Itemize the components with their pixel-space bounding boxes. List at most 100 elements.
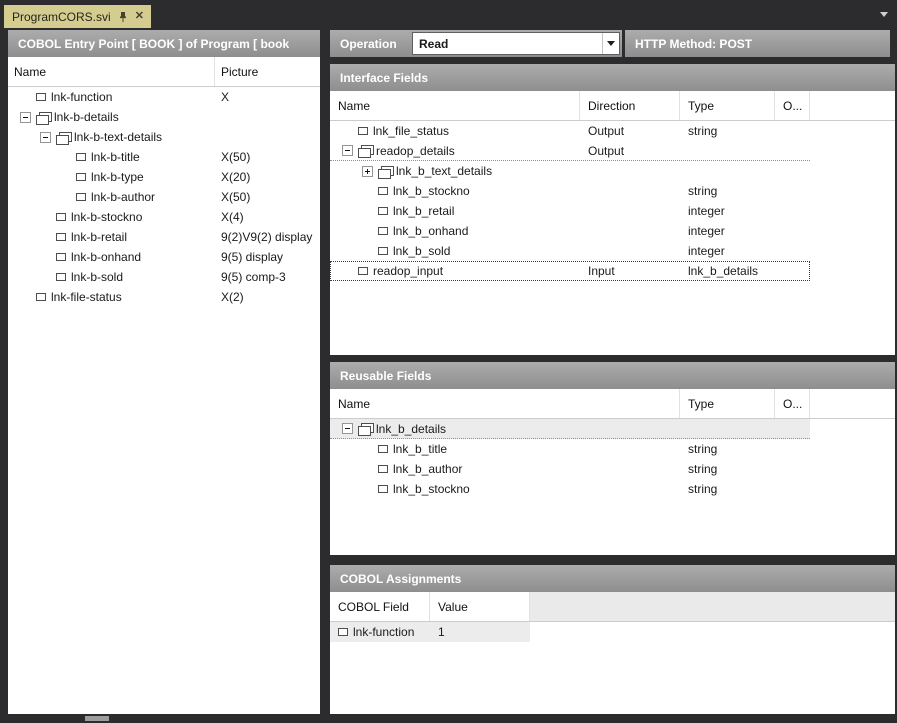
column-header-cobol-field[interactable]: COBOL Field xyxy=(330,592,430,621)
field-icon xyxy=(76,193,86,201)
dropdown-button[interactable] xyxy=(602,33,619,54)
picture-value: X(50) xyxy=(215,147,320,167)
tree-row[interactable]: lnk_b_stockno string xyxy=(330,479,895,499)
cobol-assignments-header: COBOL Assignments xyxy=(330,565,895,592)
field-icon xyxy=(378,207,388,215)
chevron-down-icon xyxy=(607,41,615,46)
cobol-assignments-panel: COBOL Assignments COBOL Field Value lnk-… xyxy=(330,565,895,714)
field-icon xyxy=(56,233,66,241)
interface-fields-header: Interface Fields xyxy=(330,64,895,91)
row-label: lnk-b-author xyxy=(91,190,155,204)
tree-row[interactable]: lnk-b-retail 9(2)V9(2) display xyxy=(8,227,320,247)
tree-expander-minus-icon[interactable] xyxy=(342,423,353,434)
column-header-name[interactable]: Name xyxy=(330,389,680,418)
tree-expander-minus-icon[interactable] xyxy=(20,112,31,123)
tree-row[interactable]: lnk-b-stockno X(4) xyxy=(8,207,320,227)
tree-row[interactable]: lnk_b_title string xyxy=(330,439,895,459)
field-icon xyxy=(56,213,66,221)
group-icon xyxy=(36,112,50,123)
row-label: lnk-b-title xyxy=(91,150,140,164)
picture-value: X(50) xyxy=(215,187,320,207)
operation-label: Operation xyxy=(340,37,397,51)
row-label: lnk-function xyxy=(51,90,112,104)
picture-value: 9(5) comp-3 xyxy=(215,267,320,287)
tree-row-highlighted[interactable]: lnk_b_details xyxy=(330,419,895,439)
entry-point-header: COBOL Entry Point [ BOOK ] of Program [ … xyxy=(8,30,320,57)
row-label: lnk_b_details xyxy=(376,422,446,436)
row-label: lnk-b-sold xyxy=(71,270,123,284)
tree-row[interactable]: lnk-file-status X(2) xyxy=(8,287,320,307)
row-label: lnk-file-status xyxy=(51,290,122,304)
tree-row[interactable]: lnk_b_author string xyxy=(330,459,895,479)
column-header-value[interactable]: Value xyxy=(430,592,530,621)
field-icon xyxy=(358,127,368,135)
tree-row[interactable]: readop_details Output xyxy=(330,141,895,161)
pin-icon[interactable] xyxy=(118,11,128,23)
group-icon xyxy=(378,166,392,177)
tree-expander-minus-icon[interactable] xyxy=(40,132,51,143)
reusable-grid-header: Name Type O... xyxy=(330,389,895,419)
column-header-overflow[interactable]: O... xyxy=(775,389,810,418)
direction-value xyxy=(580,241,680,261)
tree-row[interactable]: lnk-b-title X(50) xyxy=(8,147,320,167)
tree-row[interactable]: lnk-b-details xyxy=(8,107,320,127)
tree-row[interactable]: lnk_b_retail integer xyxy=(330,201,895,221)
chevron-down-icon[interactable] xyxy=(880,12,888,17)
picture-value: X(4) xyxy=(215,207,320,227)
tree-row-selected[interactable]: readop_input Input lnk_b_details xyxy=(330,261,895,281)
tree-row[interactable]: lnk-b-onhand 9(5) display xyxy=(8,247,320,267)
tab-title: ProgramCORS.svi xyxy=(12,10,111,24)
direction-value: Output xyxy=(580,121,680,141)
column-header-direction[interactable]: Direction xyxy=(580,91,680,120)
row-label: lnk_b_onhand xyxy=(393,224,468,238)
type-value: string xyxy=(680,181,775,201)
tree-row[interactable]: lnk_b_sold integer xyxy=(330,241,895,261)
column-header-name[interactable]: Name xyxy=(8,57,215,86)
tree-row[interactable]: lnk-b-author X(50) xyxy=(8,187,320,207)
assignment-row[interactable]: lnk-function 1 xyxy=(330,622,895,642)
tree-row[interactable]: lnk_b_stockno string xyxy=(330,181,895,201)
type-value: string xyxy=(680,439,775,459)
close-icon[interactable]: ✕ xyxy=(135,11,144,22)
row-label: lnk-b-retail xyxy=(71,230,127,244)
type-value: integer xyxy=(680,241,775,261)
direction-value xyxy=(580,181,680,201)
tree-expander-plus-icon[interactable] xyxy=(362,166,373,177)
column-header-overflow[interactable]: O... xyxy=(775,91,810,120)
tree-row[interactable]: lnk_b_text_details xyxy=(330,161,895,181)
field-icon xyxy=(358,267,368,275)
field-icon xyxy=(378,247,388,255)
tree-row[interactable]: lnk_b_onhand integer xyxy=(330,221,895,241)
field-icon xyxy=(36,293,46,301)
type-value: string xyxy=(680,479,775,499)
field-icon xyxy=(378,187,388,195)
horizontal-scrollbar-thumb[interactable] xyxy=(85,716,109,721)
column-header-type[interactable]: Type xyxy=(680,389,775,418)
tree-row[interactable]: lnk-b-text-details xyxy=(8,127,320,147)
tree-row[interactable]: lnk-function X xyxy=(8,87,320,107)
direction-value xyxy=(580,201,680,221)
assignments-grid-header: COBOL Field Value xyxy=(330,592,895,622)
picture-value: 9(5) display xyxy=(215,247,320,267)
column-header-name[interactable]: Name xyxy=(330,91,580,120)
direction-value xyxy=(580,161,680,181)
tree-row[interactable]: lnk-b-sold 9(5) comp-3 xyxy=(8,267,320,287)
group-icon xyxy=(358,423,372,434)
interface-fields-panel: Interface Fields Name Direction Type O..… xyxy=(330,64,895,355)
type-value: string xyxy=(680,459,775,479)
document-tab[interactable]: ProgramCORS.svi ✕ xyxy=(4,5,151,28)
column-header-picture[interactable]: Picture xyxy=(215,57,320,86)
row-label: lnk_b_stockno xyxy=(393,184,470,198)
row-label: lnk_b_sold xyxy=(393,244,450,258)
tree-expander-minus-icon[interactable] xyxy=(342,145,353,156)
operation-select[interactable]: Read xyxy=(412,32,620,55)
picture-value: X(20) xyxy=(215,167,320,187)
column-header-type[interactable]: Type xyxy=(680,91,775,120)
tree-row[interactable]: lnk-b-type X(20) xyxy=(8,167,320,187)
row-label: readop_input xyxy=(373,264,443,278)
row-label: lnk-b-text-details xyxy=(74,130,162,144)
tree-row[interactable]: lnk_file_status Output string xyxy=(330,121,895,141)
row-label: lnk-b-type xyxy=(91,170,144,184)
field-icon xyxy=(378,485,388,493)
direction-value: Input xyxy=(580,261,680,281)
